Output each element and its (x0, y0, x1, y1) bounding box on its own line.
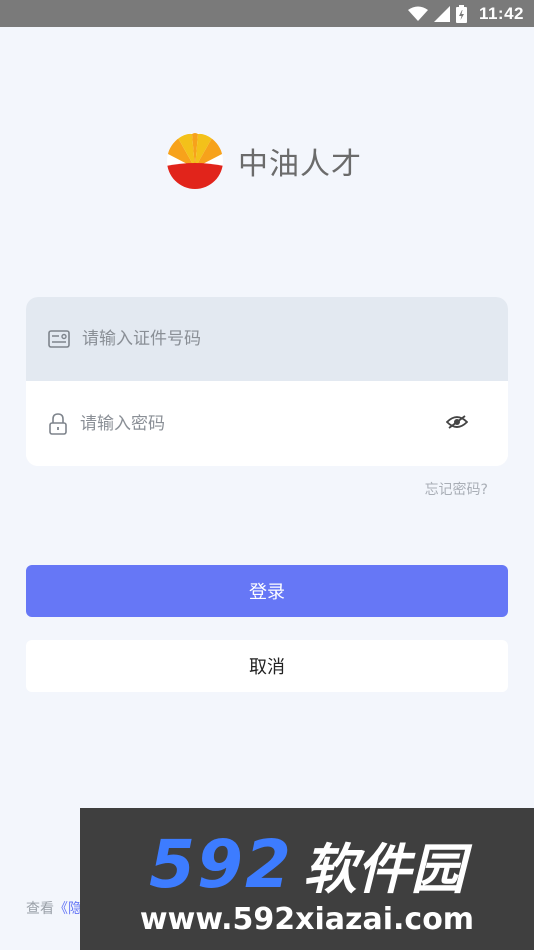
status-time: 11:42 (478, 3, 524, 23)
password-input[interactable] (80, 414, 420, 434)
watermark-url: www.592xiazai.com (139, 902, 475, 937)
signal-icon (433, 5, 450, 22)
battery-icon (455, 4, 467, 23)
wifi-icon (407, 6, 428, 21)
login-form (26, 297, 508, 466)
id-number-row (26, 297, 508, 381)
watermark-brand: 592 软件园 (80, 825, 534, 903)
watermark-number: 592 (149, 825, 293, 903)
lock-icon (49, 413, 67, 435)
cancel-button[interactable]: 取消 (26, 640, 508, 692)
id-card-icon (48, 330, 70, 348)
id-number-input[interactable] (82, 329, 422, 349)
eye-hidden-icon[interactable] (446, 414, 468, 430)
petrochina-logo (167, 133, 223, 189)
login-button[interactable]: 登录 (26, 565, 508, 617)
forgot-password-link[interactable]: 忘记密码? (425, 479, 488, 499)
password-row (26, 382, 508, 466)
footer-prefix: 查看 (26, 901, 54, 917)
watermark-name: 软件园 (302, 837, 465, 901)
status-bar: 11:42 (0, 0, 534, 27)
privacy-footer: 查看《隐 (26, 898, 82, 918)
watermark-overlay: 592 软件园 www.592xiazai.com (80, 808, 534, 950)
app-name: 中油人才 (238, 147, 362, 182)
app-logo: 中油人才 (166, 130, 362, 192)
privacy-policy-link[interactable]: 《隐 (54, 901, 82, 917)
